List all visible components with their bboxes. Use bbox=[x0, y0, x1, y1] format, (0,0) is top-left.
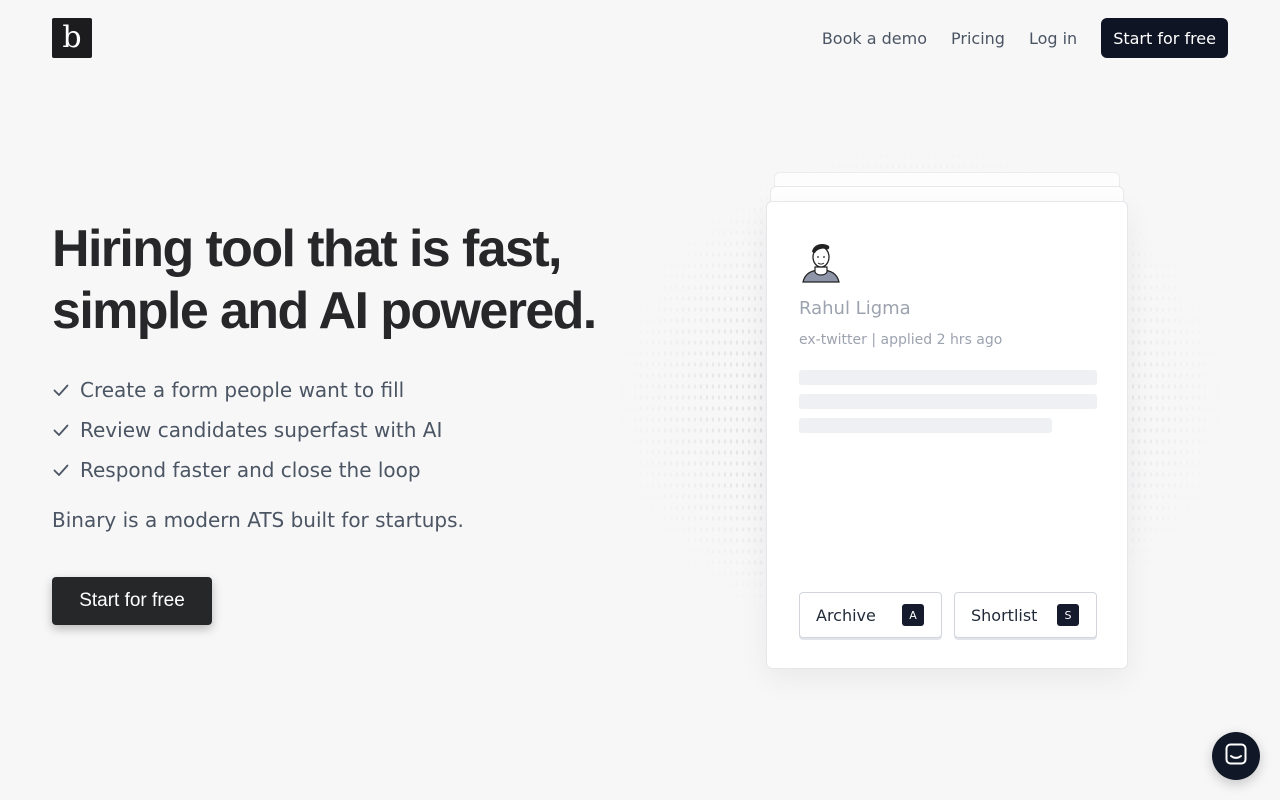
nav-start-free-button[interactable]: Start for free bbox=[1101, 18, 1228, 58]
archive-button[interactable]: Archive A bbox=[799, 592, 942, 638]
check-icon bbox=[52, 421, 80, 439]
feature-text: Respond faster and close the loop bbox=[80, 458, 421, 482]
avatar-illustration bbox=[799, 240, 843, 284]
candidate-card: Rahul Ligma ex-twitter | applied 2 hrs a… bbox=[766, 201, 1128, 669]
shortlist-label: Shortlist bbox=[971, 605, 1038, 625]
hero-title: Hiring tool that is fast, simple and AI … bbox=[52, 218, 652, 342]
shortlist-button[interactable]: Shortlist S bbox=[954, 592, 1097, 638]
hero-tagline: Binary is a modern ATS built for startup… bbox=[52, 508, 464, 532]
hero-title-line-1: Hiring tool that is fast, bbox=[52, 220, 563, 278]
feature-item: Create a form people want to fill bbox=[52, 370, 442, 410]
top-nav: Book a demo Pricing Log in Start for fre… bbox=[822, 18, 1228, 58]
candidate-meta: ex-twitter | applied 2 hrs ago bbox=[799, 332, 1003, 348]
logo[interactable]: b bbox=[52, 18, 92, 58]
feature-item: Review candidates superfast with AI bbox=[52, 410, 442, 450]
chat-launcher-button[interactable] bbox=[1212, 732, 1260, 780]
hero-start-free-button[interactable]: Start for free bbox=[52, 577, 212, 625]
check-icon bbox=[52, 381, 80, 399]
archive-label: Archive bbox=[816, 605, 876, 625]
candidate-name: Rahul Ligma bbox=[799, 298, 911, 319]
skeleton-line bbox=[799, 370, 1097, 385]
nav-login-link[interactable]: Log in bbox=[1029, 29, 1077, 48]
shortlist-shortcut-key: S bbox=[1057, 604, 1079, 626]
nav-pricing-link[interactable]: Pricing bbox=[951, 29, 1005, 48]
feature-text: Create a form people want to fill bbox=[80, 378, 405, 402]
logo-letter: b bbox=[62, 19, 82, 55]
skeleton-line bbox=[799, 418, 1052, 433]
hero-title-line-2: simple and AI powered. bbox=[52, 282, 597, 340]
nav-book-demo-link[interactable]: Book a demo bbox=[822, 29, 927, 48]
check-icon bbox=[52, 461, 80, 479]
feature-text: Review candidates superfast with AI bbox=[80, 418, 443, 442]
feature-list: Create a form people want to fill Review… bbox=[52, 370, 442, 490]
chat-icon bbox=[1224, 742, 1248, 770]
archive-shortcut-key: A bbox=[902, 604, 924, 626]
feature-item: Respond faster and close the loop bbox=[52, 450, 442, 490]
skeleton-line bbox=[799, 394, 1097, 409]
